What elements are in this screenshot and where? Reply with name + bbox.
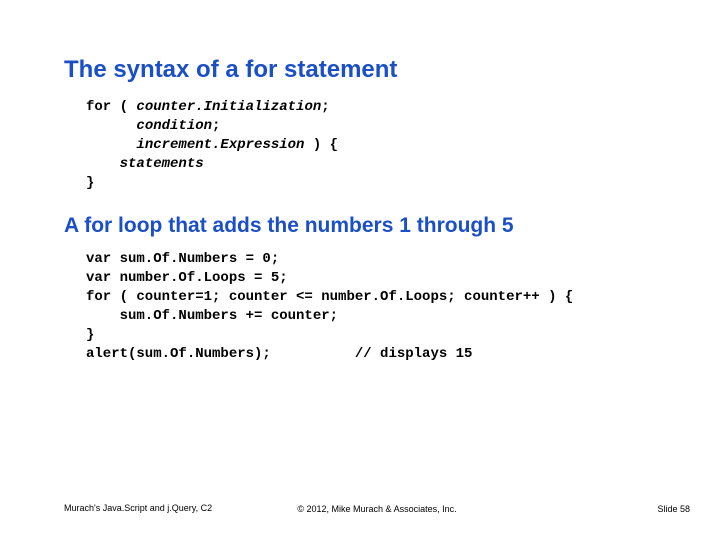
code-block-syntax: for ( counter.Initialization; condition;… <box>64 98 656 192</box>
keyword-for: for ( <box>86 99 136 115</box>
code-block-example: var sum.Of.Numbers = 0; var number.Of.Lo… <box>64 250 656 363</box>
code-line: } <box>86 327 94 343</box>
heading-syntax: The syntax of a for statement <box>64 56 656 84</box>
code-line: var sum.Of.Numbers = 0; <box>86 251 279 267</box>
footer-copyright: © 2012, Mike Murach & Associates, Inc. <box>64 504 690 514</box>
placeholder-condition: condition <box>136 118 212 134</box>
placeholder-init: counter.Initialization <box>136 99 321 115</box>
code-text: } <box>86 175 94 191</box>
code-line: sum.Of.Numbers += counter; <box>86 308 338 324</box>
heading-example: A for loop that adds the numbers 1 throu… <box>64 214 656 238</box>
code-text: ) { <box>304 137 338 153</box>
code-line: alert(sum.Of.Numbers); // displays 15 <box>86 346 472 362</box>
placeholder-increment: increment.Expression <box>136 137 304 153</box>
code-text: ; <box>212 118 220 134</box>
code-line: for ( counter=1; counter <= number.Of.Lo… <box>86 289 573 305</box>
code-line: var number.Of.Loops = 5; <box>86 270 288 286</box>
code-text: ; <box>321 99 329 115</box>
placeholder-statements: statements <box>120 156 204 172</box>
footer-slide-number: Slide 58 <box>657 504 690 514</box>
slide: The syntax of a for statement for ( coun… <box>0 0 720 540</box>
